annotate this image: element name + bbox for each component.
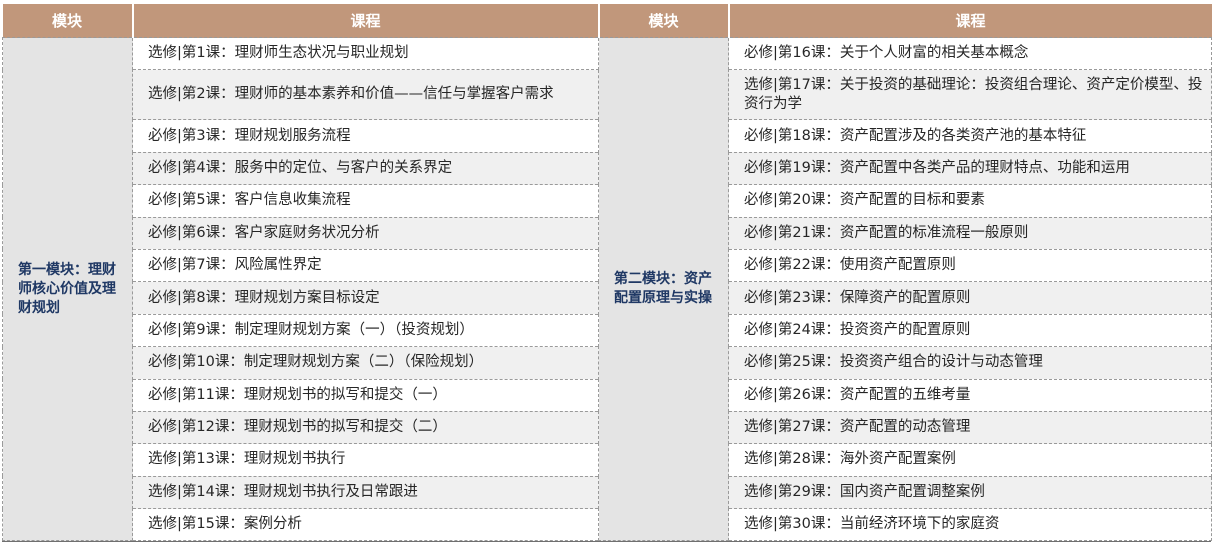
module-1-title: 第一模块：理财师核心价值及理财规划 bbox=[2, 36, 133, 542]
course-cell: 选修|第30课：当前经济环境下的家庭资 bbox=[728, 508, 1212, 542]
course-cell: 选修|第15课：案例分析 bbox=[132, 508, 599, 542]
course-cell: 必修|第24课：投资资产的配置原则 bbox=[728, 313, 1212, 348]
course-cell: 必修|第12课：理财规划书的拟写和提交（二） bbox=[132, 410, 599, 445]
course-cell: 必修|第8课：理财规划方案目标设定 bbox=[132, 281, 599, 315]
course-table: 模块 课程 模块 课程 第一模块：理财师核心价值及理财规划 选修|第1课：理财师… bbox=[2, 4, 1212, 542]
course-cell: 必修|第10课：制定理财规划方案（二）（保险规划） bbox=[132, 346, 599, 380]
course-cell: 选修|第2课：理财师的基本素养和价值——信任与掌握客户需求 bbox=[132, 69, 599, 121]
header-module-2: 模块 bbox=[598, 4, 730, 38]
course-cell: 必修|第11课：理财规划书的拟写和提交（一） bbox=[132, 378, 599, 412]
course-cell: 选修|第17课：关于投资的基础理论：投资组合理论、资产定价模型、投资行为学 bbox=[728, 69, 1212, 121]
course-cell: 必修|第20课：资产配置的目标和要素 bbox=[728, 184, 1212, 218]
course-table-container: 模块 课程 模块 课程 第一模块：理财师核心价值及理财规划 选修|第1课：理财师… bbox=[2, 4, 1212, 542]
course-cell: 必修|第18课：资产配置涉及的各类资产池的基本特征 bbox=[728, 119, 1212, 153]
course-cell: 必修|第5课：客户信息收集流程 bbox=[132, 184, 599, 218]
course-cell: 必修|第23课：保障资产的配置原则 bbox=[728, 281, 1212, 315]
header-course-1: 课程 bbox=[132, 4, 600, 38]
table-row: 第一模块：理财师核心价值及理财规划 选修|第1课：理财师生态状况与职业规划 第二… bbox=[2, 36, 1212, 542]
course-cell: 必修|第7课：风险属性界定 bbox=[132, 248, 599, 283]
course-cell: 必修|第22课：使用资产配置原则 bbox=[728, 248, 1212, 283]
course-cell: 必修|第26课：资产配置的五维考量 bbox=[728, 378, 1212, 412]
course-cell: 必修|第16课：关于个人财富的相关基本概念 bbox=[728, 36, 1212, 71]
course-cell: 选修|第13课：理财规划书执行 bbox=[132, 443, 599, 477]
course-cell: 必修|第9课：制定理财规划方案（一）（投资规划） bbox=[132, 313, 599, 348]
course-cell: 必修|第4课：服务中的定位、与客户的关系界定 bbox=[132, 151, 599, 186]
header-row: 模块 课程 模块 课程 bbox=[2, 4, 1212, 38]
course-cell: 选修|第29课：国内资产配置调整案例 bbox=[728, 475, 1212, 510]
course-cell: 必修|第3课：理财规划服务流程 bbox=[132, 119, 599, 153]
course-cell: 选修|第28课：海外资产配置案例 bbox=[728, 443, 1212, 477]
course-cell: 必修|第21课：资产配置的标准流程一般原则 bbox=[728, 216, 1212, 250]
module-2-title: 第二模块：资产配置原理与实操 bbox=[598, 36, 729, 542]
course-cell: 必修|第19课：资产配置中各类产品的理财特点、功能和运用 bbox=[728, 151, 1212, 186]
course-cell: 选修|第1课：理财师生态状况与职业规划 bbox=[132, 36, 599, 71]
course-cell: 必修|第6课：客户家庭财务状况分析 bbox=[132, 216, 599, 250]
course-cell: 选修|第14课：理财规划书执行及日常跟进 bbox=[132, 475, 599, 510]
course-cell: 必修|第25课：投资资产组合的设计与动态管理 bbox=[728, 346, 1212, 380]
header-course-2: 课程 bbox=[728, 4, 1212, 38]
course-cell: 选修|第27课：资产配置的动态管理 bbox=[728, 410, 1212, 445]
header-module-1: 模块 bbox=[2, 4, 134, 38]
